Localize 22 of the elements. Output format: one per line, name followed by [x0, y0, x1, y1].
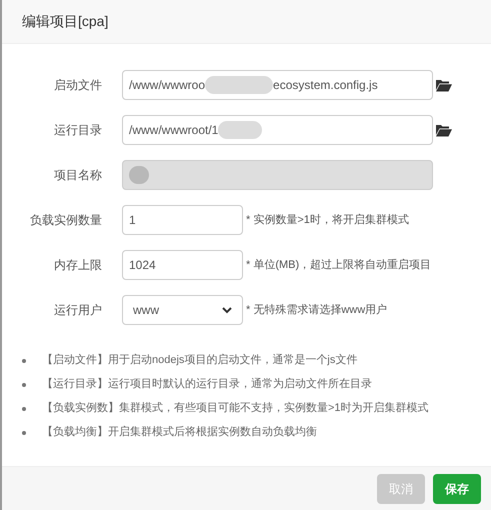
chevron-down-icon [222, 306, 232, 314]
folder-icon[interactable] [436, 124, 452, 136]
field-hint: * 无特殊需求请选择www用户 [246, 302, 388, 318]
input-field[interactable]: 1 [122, 205, 243, 235]
note-text: 【启动文件】用于启动nodejs项目的启动文件，通常是一个js文件 [42, 352, 358, 368]
user-select[interactable]: www [122, 295, 243, 325]
field-label: 内存上限 [54, 258, 102, 272]
field-label: 负载实例数量 [30, 213, 102, 227]
folder-icon[interactable] [436, 78, 452, 92]
note-text: 【运行目录】运行项目时默认的运行目录，通常为启动文件所在目录 [42, 376, 372, 392]
field-hint: * 单位(MB)，超过上限将自动重启项目 [246, 258, 432, 273]
dialog-title: 编辑项目[cpa] [22, 12, 108, 31]
input-field[interactable]: 1024 [122, 250, 243, 280]
field-label: 运行用户 [54, 303, 102, 317]
field-label: 启动文件 [54, 78, 102, 92]
field-hint: * 实例数量>1时，将开启集群模式 [246, 212, 409, 228]
field-label: 项目名称 [54, 168, 102, 182]
note-text: 【负载实例数】集群模式，有些项目可能不支持，实例数量>1时为开启集群模式 [42, 400, 429, 416]
field-label: 运行目录 [54, 123, 102, 137]
note-text: 【负载均衡】开启集群模式后将根据实例数自动负载均衡 [42, 424, 317, 440]
input-field[interactable]: /www/wwwroo ecosystem.config.js [122, 70, 433, 100]
input-field[interactable]: /www/wwwroot/1 [122, 115, 433, 145]
